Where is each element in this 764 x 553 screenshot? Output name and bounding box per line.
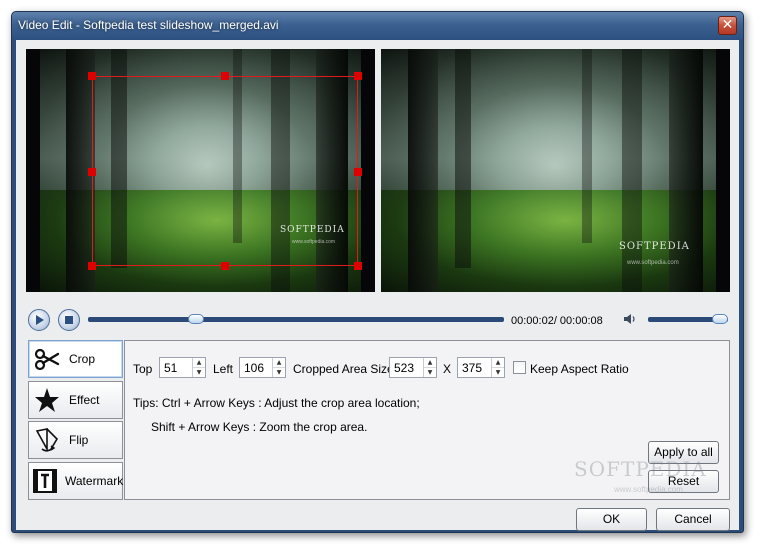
close-button[interactable]: ✕: [718, 16, 737, 35]
width-value: 523: [394, 361, 415, 375]
seek-slider-track[interactable]: [88, 317, 504, 322]
top-label: Top: [133, 362, 153, 376]
play-button[interactable]: [28, 309, 50, 331]
title-bar[interactable]: Video Edit - Softpedia test slideshow_me…: [12, 12, 743, 40]
crop-handle-top-right[interactable]: [354, 72, 362, 80]
dialog-body: SOFTPEDIA www.softpedia.com SOFTPEDIA ww…: [16, 40, 739, 531]
ok-button[interactable]: OK: [576, 508, 647, 531]
crop-handle-left[interactable]: [88, 168, 96, 176]
crop-handle-top-left[interactable]: [88, 72, 96, 80]
top-spinbox[interactable]: 51 ▲ ▼: [159, 357, 206, 378]
tab-effect-label: Effect: [69, 393, 100, 407]
crop-handle-bottom-right[interactable]: [354, 262, 362, 270]
left-value: 106: [244, 361, 265, 375]
time-display: 00:00:02/ 00:00:08: [511, 315, 603, 327]
tip-line-1: Tips: Ctrl + Arrow Keys : Adjust the cro…: [133, 396, 420, 410]
tab-watermark-label: Watermark: [65, 474, 124, 488]
height-increment[interactable]: ▲: [492, 358, 504, 367]
top-value: 51: [164, 361, 178, 375]
tab-flip[interactable]: Flip: [28, 421, 123, 459]
left-decrement[interactable]: ▼: [273, 367, 285, 376]
tab-flip-label: Flip: [69, 433, 89, 447]
top-decrement[interactable]: ▼: [193, 367, 205, 376]
video-edit-window: Video Edit - Softpedia test slideshow_me…: [11, 11, 744, 533]
tab-crop-label: Crop: [69, 352, 96, 366]
keep-aspect-ratio-checkbox[interactable]: [513, 361, 526, 374]
height-value: 375: [462, 361, 483, 375]
cropped-area-label: Cropped Area Size: [293, 362, 394, 376]
width-decrement[interactable]: ▼: [424, 367, 436, 376]
cancel-button[interactable]: Cancel: [656, 508, 730, 531]
crop-handle-top[interactable]: [221, 72, 229, 80]
text-watermark-icon: [32, 466, 58, 496]
top-increment[interactable]: ▲: [193, 358, 205, 367]
crop-rectangle[interactable]: [88, 72, 362, 270]
height-decrement[interactable]: ▼: [492, 367, 504, 376]
tab-crop[interactable]: Crop: [28, 340, 123, 378]
width-spinbox[interactable]: 523 ▲ ▼: [389, 357, 437, 378]
left-increment[interactable]: ▲: [273, 358, 285, 367]
tab-effect[interactable]: Effect: [28, 381, 123, 419]
tab-watermark[interactable]: Watermark: [28, 462, 123, 500]
result-preview: SOFTPEDIA www.softpedia.com: [381, 49, 730, 292]
crop-handle-bottom-left[interactable]: [88, 262, 96, 270]
result-logo-text: SOFTPEDIA: [619, 241, 690, 252]
scissors-icon: [32, 344, 62, 374]
width-increment[interactable]: ▲: [424, 358, 436, 367]
result-logo-url: www.softpedia.com: [627, 260, 679, 266]
volume-slider-thumb[interactable]: [712, 314, 728, 324]
crop-handle-right[interactable]: [354, 168, 362, 176]
window-title: Video Edit - Softpedia test slideshow_me…: [18, 18, 279, 32]
tip-line-2: Shift + Arrow Keys : Zoom the crop area.: [151, 420, 368, 434]
size-separator: X: [443, 362, 452, 376]
result-frame-image: SOFTPEDIA www.softpedia.com: [381, 49, 716, 292]
flip-icon: [32, 425, 62, 455]
seek-slider-thumb[interactable]: [188, 314, 204, 324]
height-spinbox[interactable]: 375 ▲ ▼: [457, 357, 505, 378]
left-label: Left: [213, 362, 234, 376]
left-spinbox[interactable]: 106 ▲ ▼: [239, 357, 286, 378]
softpedia-watermark: SOFTPEDIA: [574, 457, 707, 481]
softpedia-watermark-url: www.softpedia.com: [614, 485, 683, 494]
speaker-icon[interactable]: [623, 313, 637, 325]
keep-aspect-ratio-label: Keep Aspect Ratio: [530, 362, 629, 376]
stop-button[interactable]: [58, 309, 80, 331]
crop-handle-bottom[interactable]: [221, 262, 229, 270]
star-icon: [32, 385, 62, 415]
source-preview[interactable]: SOFTPEDIA www.softpedia.com: [26, 49, 375, 292]
